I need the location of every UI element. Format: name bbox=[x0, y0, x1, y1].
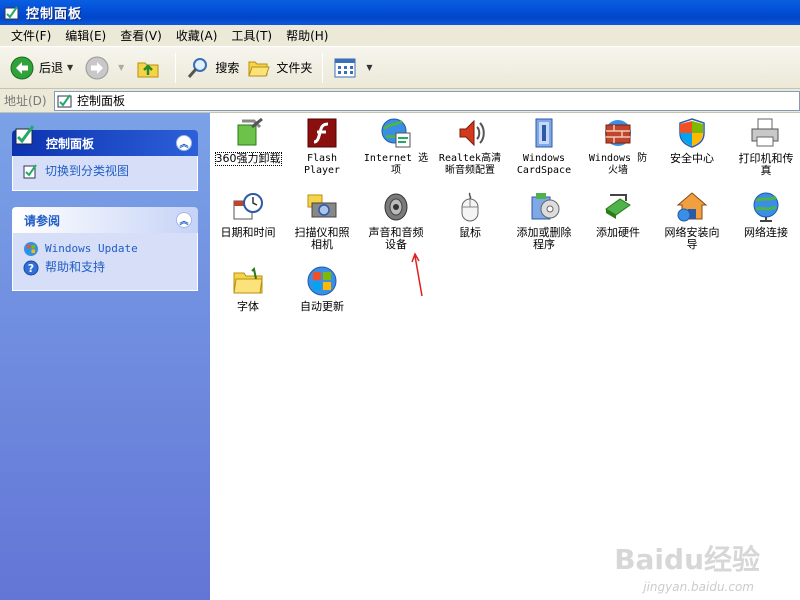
address-label: 地址(D) bbox=[4, 94, 47, 108]
control-panel-panel-header[interactable]: 控制面板 ︽ bbox=[12, 125, 198, 156]
date-time-icon bbox=[233, 193, 263, 220]
window-title: 控制面板 bbox=[26, 7, 83, 22]
search-icon bbox=[188, 57, 208, 78]
security-center-icon bbox=[679, 118, 705, 148]
internet-options-icon bbox=[381, 118, 411, 148]
item-fonts[interactable]: 字体 bbox=[210, 265, 286, 313]
menu-edit[interactable]: 编辑(E) bbox=[58, 26, 113, 46]
windows-update-link[interactable]: Windows Update bbox=[23, 239, 187, 258]
panel-title: 控制面板 bbox=[46, 136, 95, 151]
forward-dropdown-icon[interactable]: ▼ bbox=[118, 63, 124, 72]
search-label: 搜索 bbox=[215, 61, 240, 75]
item-scanners-cameras[interactable]: 扫描仪和照 相机 bbox=[284, 191, 360, 251]
back-arrow-icon bbox=[10, 56, 34, 79]
title-bar[interactable]: 控制面板 bbox=[0, 0, 800, 25]
control-panel-icon bbox=[4, 5, 19, 19]
help-icon: ? bbox=[23, 260, 39, 275]
cardspace-icon bbox=[535, 118, 553, 148]
item-mouse[interactable]: 鼠标 bbox=[432, 191, 508, 239]
fonts-icon bbox=[233, 266, 263, 294]
back-label: 后退 bbox=[39, 61, 64, 75]
item-internet-options[interactable]: Internet 选 项 bbox=[358, 117, 434, 177]
watermark-url: jingyan.baidu.com bbox=[643, 580, 754, 594]
control-panel-large-icon bbox=[15, 125, 35, 145]
watermark-logo: Baidu经验 bbox=[614, 543, 760, 576]
see-also-panel-header[interactable]: 请参阅 ︽ bbox=[12, 207, 198, 233]
control-panel-items: 360强力卸载 Flash Player Internet 选 项 Realte… bbox=[210, 113, 800, 600]
menu-tools[interactable]: 工具(T) bbox=[224, 26, 279, 46]
back-dropdown-icon[interactable]: ▼ bbox=[67, 63, 73, 72]
see-also-panel-body: Windows Update ? 帮助和支持 bbox=[12, 233, 198, 291]
network-wizard-icon bbox=[676, 192, 708, 222]
item-security-center[interactable]: 安全中心 bbox=[654, 117, 730, 165]
control-panel-panel-body: 切换到分类视图 bbox=[12, 156, 198, 191]
toolbar-separator bbox=[175, 52, 177, 83]
item-add-remove-programs[interactable]: 添加或删除 程序 bbox=[506, 191, 582, 251]
printer-icon bbox=[751, 118, 779, 147]
realtek-audio-icon bbox=[459, 119, 485, 147]
firewall-icon bbox=[605, 120, 631, 146]
red-arrow-annotation bbox=[411, 252, 423, 297]
address-input[interactable]: 控制面板 bbox=[54, 90, 800, 111]
see-also-panel: 请参阅 ︽ Windows Update ? 帮助和支持 bbox=[12, 207, 198, 291]
flash-icon bbox=[307, 118, 337, 148]
views-icon bbox=[334, 58, 356, 77]
item-360-uninstall[interactable]: 360强力卸载 bbox=[210, 117, 286, 166]
forward-button[interactable]: ▼ bbox=[81, 51, 132, 85]
svg-text:?: ? bbox=[28, 262, 34, 275]
control-panel-panel: 控制面板 ︽ 切换到分类视图 bbox=[12, 125, 198, 191]
views-button[interactable]: ▼ bbox=[329, 51, 380, 85]
item-windows-firewall[interactable]: Windows 防 火墙 bbox=[580, 117, 656, 177]
auto-update-icon bbox=[307, 266, 337, 296]
menu-help[interactable]: 帮助(H) bbox=[279, 26, 335, 46]
item-automatic-updates[interactable]: 自动更新 bbox=[284, 265, 360, 313]
collapse-icon[interactable]: ︽ bbox=[176, 135, 192, 151]
sound-icon bbox=[384, 193, 408, 221]
collapse-icon[interactable]: ︽ bbox=[176, 212, 192, 228]
toolbar: 后退 ▼ ▼ 搜索 文件夹 ▼ bbox=[0, 47, 800, 89]
menu-bar: 文件(F) 编辑(E) 查看(V) 收藏(A) 工具(T) 帮助(H) bbox=[0, 25, 800, 47]
address-bar: 地址(D) 控制面板 bbox=[0, 89, 800, 113]
add-hardware-icon bbox=[605, 194, 631, 219]
switch-to-category-view-link[interactable]: 切换到分类视图 bbox=[23, 162, 187, 181]
network-connections-icon bbox=[753, 192, 779, 222]
forward-arrow-icon bbox=[85, 56, 109, 79]
help-and-support-link[interactable]: ? 帮助和支持 bbox=[23, 258, 187, 277]
mouse-icon bbox=[461, 192, 479, 222]
item-network-connections[interactable]: 网络连接 bbox=[728, 191, 800, 239]
item-date-time[interactable]: 日期和时间 bbox=[210, 191, 286, 239]
views-dropdown-icon[interactable]: ▼ bbox=[366, 63, 372, 72]
item-realtek-audio[interactable]: Realtek高清 晰音频配置 bbox=[432, 117, 508, 177]
folders-label: 文件夹 bbox=[276, 61, 313, 75]
panel-title: 请参阅 bbox=[24, 213, 61, 228]
add-remove-icon bbox=[531, 193, 560, 220]
address-value: 控制面板 bbox=[77, 94, 126, 108]
item-add-hardware[interactable]: 添加硬件 bbox=[580, 191, 656, 239]
task-pane: 控制面板 ︽ 切换到分类视图 请参阅 ︽ Windows Update ? 帮助… bbox=[0, 113, 210, 600]
back-button[interactable]: 后退 ▼ bbox=[6, 51, 81, 85]
scanner-icon bbox=[307, 194, 337, 218]
uninstall-icon bbox=[237, 117, 263, 146]
menu-favorites[interactable]: 收藏(A) bbox=[169, 26, 225, 46]
item-network-setup-wizard[interactable]: 网络安装向 导 bbox=[654, 191, 730, 251]
menu-view[interactable]: 查看(V) bbox=[113, 26, 169, 46]
windows-update-icon bbox=[24, 241, 38, 256]
toolbar-separator bbox=[322, 52, 324, 83]
item-windows-cardspace[interactable]: Windows CardSpace bbox=[506, 117, 582, 177]
control-panel-icon bbox=[57, 93, 72, 107]
item-flash-player[interactable]: Flash Player bbox=[284, 117, 360, 177]
folders-button[interactable]: 文件夹 bbox=[243, 51, 316, 85]
folder-up-icon bbox=[137, 62, 159, 77]
folders-icon bbox=[248, 61, 271, 76]
category-view-icon bbox=[23, 163, 37, 178]
search-button[interactable]: 搜索 bbox=[182, 51, 243, 85]
item-printers-faxes[interactable]: 打印机和传 真 bbox=[728, 117, 800, 177]
menu-file[interactable]: 文件(F) bbox=[4, 26, 58, 46]
up-button[interactable] bbox=[132, 51, 169, 85]
item-sounds-audio-devices[interactable]: 声音和音频 设备 bbox=[358, 191, 434, 251]
